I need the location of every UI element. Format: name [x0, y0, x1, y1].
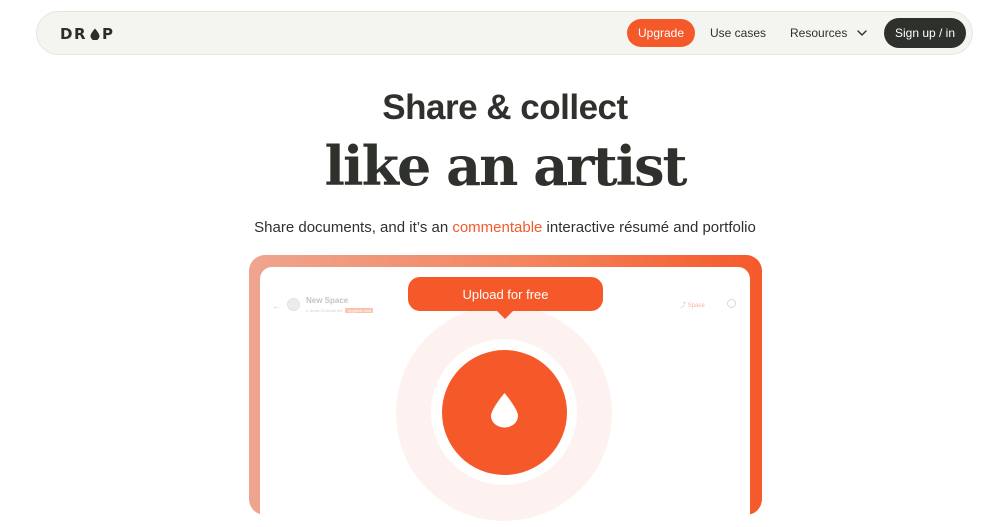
nav-use-cases-link[interactable]: Use cases [710, 19, 766, 47]
upgrade-tag: Upgrade now [345, 308, 374, 313]
share-button: ⤴ Space [680, 300, 705, 309]
upload-for-free-label: Upload for free [462, 286, 549, 302]
share-icon: ⤴ [680, 303, 687, 309]
settings-icon [727, 299, 736, 308]
top-navbar: DR P Upgrade Use cases Resources Sign up… [36, 11, 973, 55]
back-arrow-icon: ← [272, 301, 281, 311]
space-title: New Space [306, 296, 349, 305]
space-meta: 0 views 23 hours left Upgrade now [306, 308, 374, 313]
hero-subtitle-start: Share documents, and it’s an [254, 219, 453, 236]
avatar [287, 298, 300, 311]
sign-up-in-button[interactable]: Sign up / in [884, 18, 966, 48]
hero-subtitle-accent: commentable [452, 219, 543, 236]
nav-resources-dropdown[interactable]: Resources [790, 19, 868, 47]
drop-icon [90, 28, 100, 40]
logo-text-prefix: DR [60, 25, 88, 43]
nav-resources-label: Resources [790, 26, 848, 40]
drop-logo[interactable]: DR P [60, 24, 115, 44]
share-label: Space [687, 303, 705, 309]
upgrade-button[interactable]: Upgrade [627, 19, 695, 47]
hero-subtitle: Share documents, and it’s an commentable… [0, 219, 1000, 236]
tooltip-pointer [496, 310, 514, 319]
upload-for-free-button[interactable]: Upload for free [408, 277, 603, 319]
logo-text-suffix: P [102, 25, 115, 43]
hero-title-line2: like an artist [324, 134, 688, 198]
upload-drop-target[interactable] [442, 350, 567, 475]
drop-icon [491, 393, 518, 428]
space-meta-text: 0 views 23 hours left [306, 308, 343, 313]
hero-subtitle-end: interactive résumé and portfolio [542, 219, 756, 236]
chevron-down-icon [857, 30, 868, 36]
hero-title-line1: Share & collect [382, 88, 628, 127]
